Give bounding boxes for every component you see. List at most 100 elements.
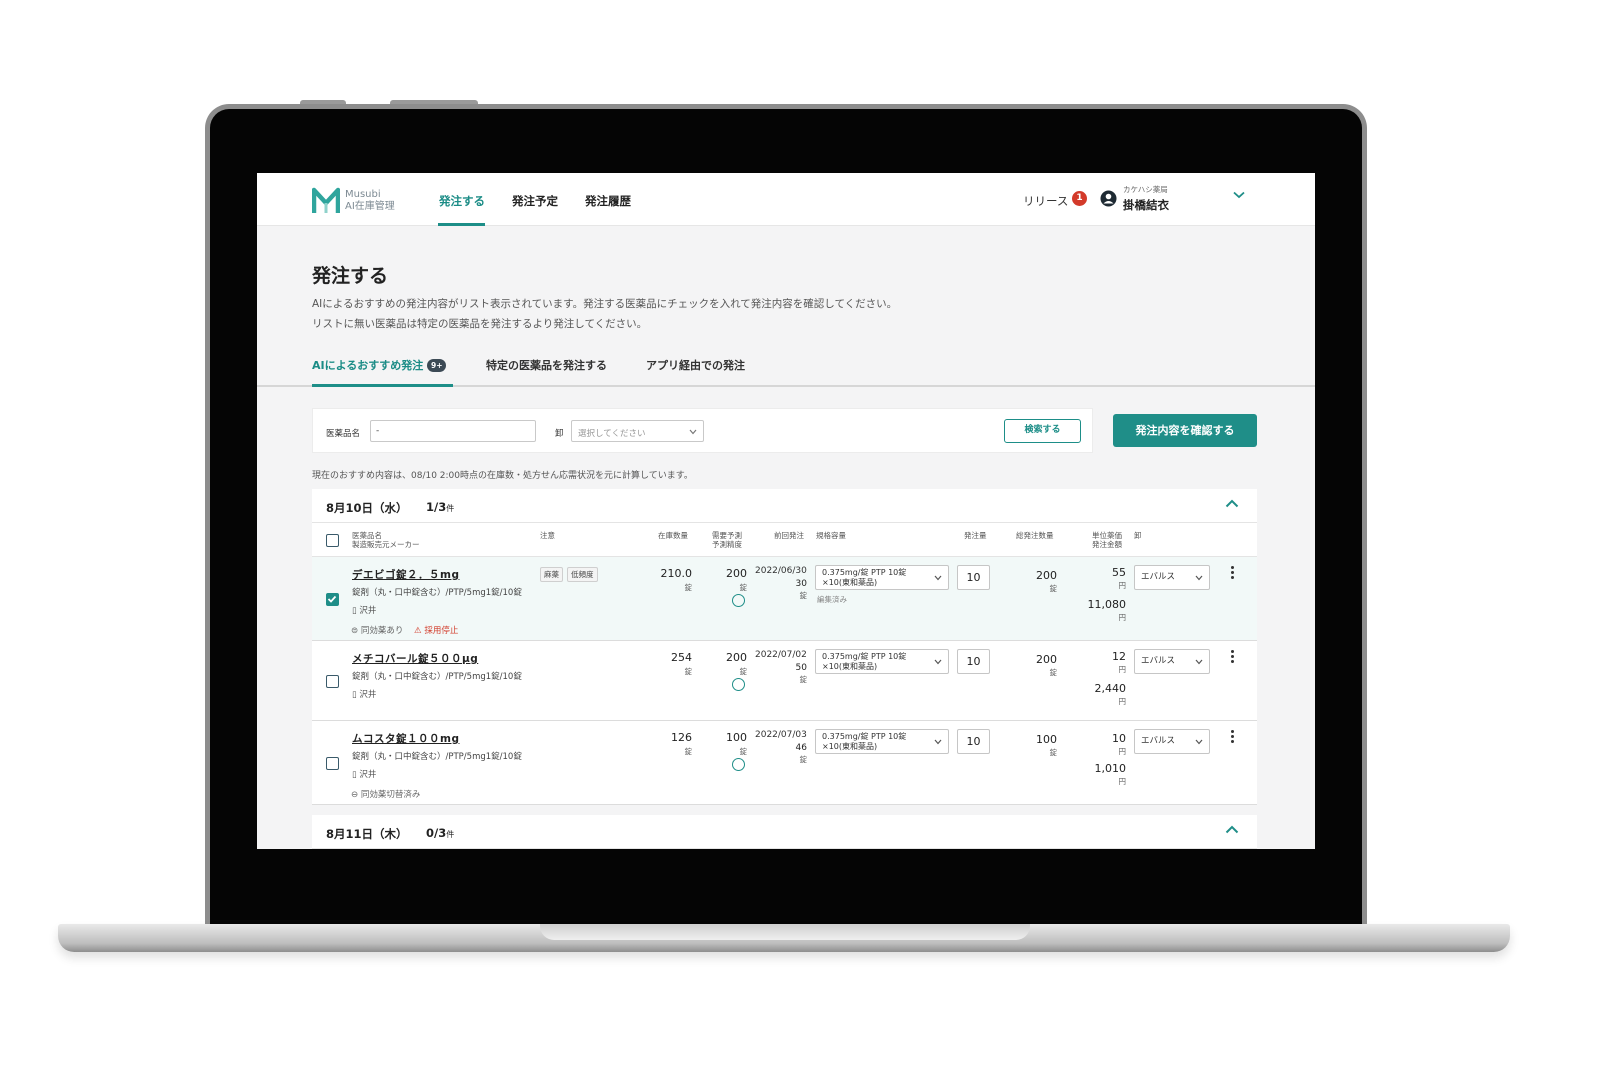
vendor-label: エバルス — [1141, 572, 1176, 582]
total-qty: 200 — [1036, 569, 1057, 582]
wholesaler-label: 卸 — [555, 429, 564, 439]
last-order-qty: 50 — [795, 663, 807, 673]
accuracy-good-icon — [732, 758, 745, 771]
total-unit: 錠 — [1049, 668, 1058, 677]
tab-specific-drug[interactable]: 特定の医薬品を発注する — [486, 357, 607, 373]
tab-via-app[interactable]: アプリ経由での発注 — [646, 357, 745, 373]
order-amount: 11,080 — [1087, 598, 1127, 611]
stock-unit: 錠 — [684, 583, 693, 592]
package-line-1: 0.375mg/錠 PTP 10錠 — [822, 732, 907, 741]
price-unit: 円 — [1118, 747, 1127, 756]
page-title: 発注する — [312, 265, 389, 287]
stock-value: 254 — [671, 651, 692, 664]
discontinued-tag: ⚠ 採用停止 — [414, 626, 459, 636]
col-package: 規格容量 — [816, 531, 846, 540]
search-button[interactable]: 検索する — [1004, 419, 1081, 443]
package-select[interactable]: 0.375mg/錠 PTP 10錠 ×10(東和薬品) — [815, 565, 949, 590]
price-unit: 円 — [1118, 665, 1127, 674]
chevron-down-icon — [934, 739, 942, 745]
drug-name-link[interactable]: ムコスタ錠１００mg — [352, 731, 459, 746]
tab-ai-recommend[interactable]: AIによるおすすめ発注 9+ — [312, 357, 447, 373]
date-group-header: 8月11日（木） 0/3件 — [312, 815, 1257, 849]
chevron-down-icon[interactable] — [1233, 191, 1245, 199]
col-forecast: 需要予測 予測精度 — [712, 531, 742, 549]
accuracy-good-icon — [732, 678, 745, 691]
switched-drug-tag: ⊖ 同効薬切替済み — [351, 790, 421, 800]
package-select[interactable]: 0.375mg/錠 PTP 10錠 ×10(東和薬品) — [815, 729, 949, 754]
calculation-note: 現在のおすすめ内容は、08/10 2:00時点の在庫数・処方せん応需状況を元に計… — [312, 471, 693, 481]
edited-label: 編集済み — [817, 595, 847, 604]
col-order-qty: 発注量 — [964, 531, 987, 540]
wholesaler-dropdown[interactable]: エバルス — [1134, 729, 1210, 754]
stock-value: 210.0 — [660, 567, 693, 580]
chevron-down-icon — [689, 429, 697, 435]
forecast-unit: 錠 — [739, 747, 748, 756]
table-header: 医薬品名 製造販売元メーカー 注意 在庫数量 需要予測 予測精度 前回発注 規格容量… — [312, 523, 1257, 557]
row-checkbox[interactable] — [326, 675, 339, 688]
row-checkbox[interactable] — [326, 757, 339, 770]
wholesaler-dropdown[interactable]: エバルス — [1134, 565, 1210, 590]
select-all-checkbox[interactable] — [326, 534, 339, 547]
wholesaler-dropdown[interactable]: エバルス — [1134, 649, 1210, 674]
drug-name-input[interactable] — [370, 420, 536, 442]
stock-unit: 錠 — [684, 667, 693, 676]
package-select[interactable]: 0.375mg/錠 PTP 10錠 ×10(東和薬品) — [815, 649, 949, 674]
last-order-date: 2022/07/03 — [755, 730, 807, 740]
order-qty-input[interactable] — [957, 729, 990, 754]
user-name: 掛橋結衣 — [1123, 198, 1169, 212]
caution-chip-narcotic: 麻薬 — [540, 567, 563, 582]
stock-unit: 錠 — [684, 747, 693, 756]
chevron-down-icon — [1195, 739, 1203, 745]
forecast-value: 200 — [726, 651, 747, 664]
last-order-qty: 30 — [795, 579, 807, 589]
last-order-unit: 錠 — [799, 591, 808, 600]
confirm-order-button[interactable]: 発注内容を確認する — [1113, 414, 1257, 447]
drug-name-link[interactable]: メチコバール錠５００μg — [352, 651, 478, 666]
wholesaler-placeholder: 選択してください — [578, 429, 646, 439]
wholesaler-select[interactable]: 選択してください — [571, 420, 704, 442]
amount-unit: 円 — [1118, 697, 1127, 706]
package-line-1: 0.375mg/錠 PTP 10錠 — [822, 568, 907, 577]
filter-panel: 医薬品名 卸 選択してください 検索する — [312, 408, 1093, 453]
chevron-down-icon — [1195, 575, 1203, 581]
nav-order[interactable]: 発注する — [439, 193, 485, 209]
user-icon — [1100, 190, 1117, 207]
group-date: 8月10日（水） — [326, 501, 408, 515]
chevron-down-icon — [1195, 659, 1203, 665]
user-org: カケハシ薬局 — [1123, 185, 1168, 194]
drug-maker: ▯ 沢井 — [352, 770, 377, 780]
forecast-value: 200 — [726, 567, 747, 580]
more-options-icon[interactable] — [1227, 730, 1237, 746]
release-link[interactable]: リリース — [1023, 193, 1068, 209]
order-qty-input[interactable] — [957, 565, 990, 590]
more-options-icon[interactable] — [1227, 566, 1237, 582]
order-amount: 2,440 — [1094, 682, 1127, 695]
nav-history[interactable]: 発注履歴 — [585, 193, 631, 209]
order-qty-input[interactable] — [957, 649, 990, 674]
chevron-down-icon — [934, 575, 942, 581]
table-row[interactable]: ムコスタ錠１００mg 錠剤（丸・口中錠含む）/PTP/5mg1錠/10錠 ▯ 沢… — [312, 721, 1257, 805]
drug-maker: ▯ 沢井 — [352, 606, 377, 616]
row-checkbox[interactable] — [326, 593, 339, 606]
chevron-up-icon[interactable] — [1225, 825, 1239, 834]
table-row[interactable]: メチコバール錠５００μg 錠剤（丸・口中錠含む）/PTP/5mg1錠/10錠 ▯… — [312, 641, 1257, 721]
row-tags: ⊖ 同効薬切替済み — [351, 788, 428, 800]
alert-icon: ⚠ — [414, 626, 425, 636]
nav-scheduled[interactable]: 発注予定 — [512, 193, 558, 209]
total-unit: 錠 — [1049, 584, 1058, 593]
drug-name-link[interactable]: デエビゴ錠２．５mg — [352, 567, 459, 582]
table-row[interactable]: デエビゴ錠２．５mg 錠剤（丸・口中錠含む）/PTP/5mg1錠/10錠 ▯ 沢… — [312, 557, 1257, 641]
col-wholesaler: 卸 — [1134, 531, 1142, 540]
page-description-2: リストに無い医薬品は特定の医薬品を発注するより発注してください。 — [312, 318, 648, 330]
chevron-up-icon[interactable] — [1225, 499, 1239, 508]
more-options-icon[interactable] — [1227, 650, 1237, 666]
chevron-down-icon — [934, 659, 942, 665]
col-drug-name: 医薬品名 製造販売元メーカー — [352, 531, 420, 549]
unit-price: 12 — [1112, 650, 1126, 663]
drug-spec: 錠剤（丸・口中錠含む）/PTP/5mg1錠/10錠 — [352, 752, 522, 762]
package-line-2: ×10(東和薬品) — [822, 662, 878, 671]
col-stock: 在庫数量 — [658, 531, 688, 540]
logo-text: Musubi AI在庫管理 — [345, 189, 395, 213]
equivalent-icon: ⊜ — [351, 626, 361, 636]
total-qty: 100 — [1036, 733, 1057, 746]
